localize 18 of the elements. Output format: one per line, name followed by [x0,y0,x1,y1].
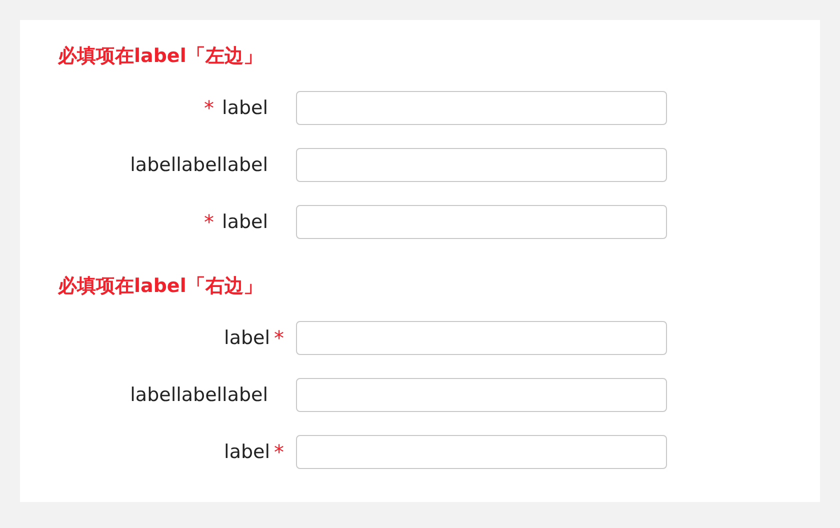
input-field[interactable] [296,378,667,412]
field-label: label [222,97,268,119]
input-field[interactable] [296,435,667,469]
input-field[interactable] [296,91,667,125]
field-label: labellabellabel [130,384,268,406]
input-field[interactable] [296,321,667,355]
required-asterisk: * [274,440,284,464]
required-asterisk: * [204,210,214,234]
input-field[interactable] [296,148,667,182]
field-label: label [224,327,270,349]
field-label: label [224,441,270,463]
section-heading: 必填项在label「右边」 [58,274,264,299]
required-asterisk: * [274,326,284,350]
field-label: label [222,211,268,233]
field-label: labellabellabel [130,154,268,176]
section-heading: 必填项在label「左边」 [58,44,264,69]
input-field[interactable] [296,205,667,239]
required-asterisk: * [204,96,214,120]
